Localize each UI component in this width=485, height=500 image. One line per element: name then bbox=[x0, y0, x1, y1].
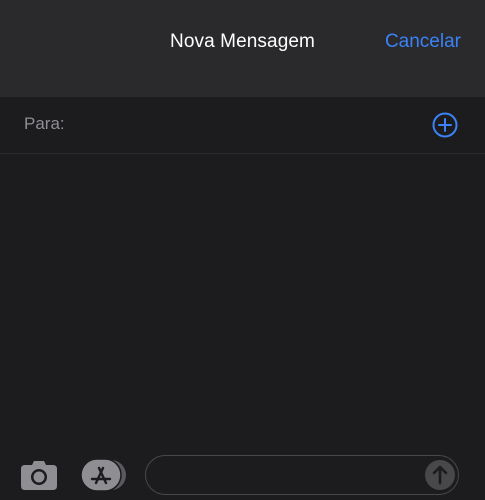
arrow-up-icon bbox=[425, 460, 455, 490]
camera-button[interactable] bbox=[20, 459, 58, 491]
send-button[interactable] bbox=[424, 459, 456, 491]
add-contact-button[interactable] bbox=[432, 112, 458, 138]
camera-icon bbox=[21, 461, 57, 490]
cancel-button[interactable]: Cancelar bbox=[385, 31, 461, 53]
plus-circle-icon bbox=[432, 112, 458, 138]
recipient-row[interactable]: Para: bbox=[0, 97, 485, 154]
conversation-area bbox=[0, 154, 485, 444]
recipient-label: Para: bbox=[24, 114, 65, 133]
app-store-button[interactable] bbox=[80, 458, 128, 492]
app-store-icon bbox=[80, 458, 126, 492]
message-input[interactable] bbox=[145, 455, 459, 495]
navigation-bar: Nova Mensagem Cancelar bbox=[0, 0, 485, 97]
new-message-sheet: Nova Mensagem Cancelar Para: bbox=[0, 0, 485, 500]
